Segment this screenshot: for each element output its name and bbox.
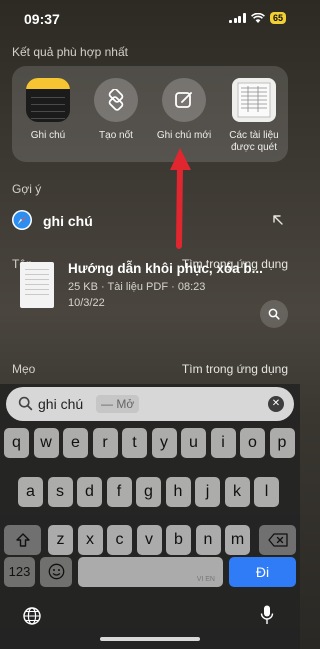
- key-t[interactable]: t: [122, 428, 147, 458]
- emoji-key[interactable]: [40, 557, 72, 587]
- key-d[interactable]: d: [77, 477, 102, 507]
- file-date: 10/3/22: [68, 297, 105, 309]
- file-search-button[interactable]: [260, 300, 288, 328]
- tips-title: Mẹo: [12, 362, 36, 376]
- app-label: Ghi chú mới: [156, 130, 212, 141]
- key-e[interactable]: e: [63, 428, 88, 458]
- search-input[interactable]: ghi chú — Mở ✕: [6, 387, 294, 421]
- app-label: Ghi chú: [30, 130, 66, 141]
- battery-indicator: 65: [269, 12, 286, 24]
- key-y[interactable]: y: [151, 428, 177, 458]
- key-h[interactable]: h: [165, 477, 191, 507]
- wifi-icon: [251, 12, 265, 23]
- keyboard-area: [0, 384, 300, 649]
- key-u[interactable]: u: [181, 428, 206, 458]
- key-z[interactable]: z: [48, 525, 73, 555]
- delete-key[interactable]: [259, 525, 296, 555]
- key-v[interactable]: v: [136, 525, 162, 555]
- space-key[interactable]: VI EN: [78, 557, 223, 587]
- app-label: Tạo nốt: [99, 130, 133, 141]
- search-open-suggestion: — Mở: [96, 395, 140, 413]
- numbers-key[interactable]: 123: [4, 557, 35, 587]
- key-k[interactable]: k: [224, 477, 250, 507]
- compose-note-icon: [162, 78, 206, 122]
- key-g[interactable]: g: [136, 477, 161, 507]
- status-icons: 65: [229, 12, 286, 24]
- status-time: 09:37: [24, 11, 60, 27]
- search-icon: [18, 396, 33, 411]
- app-new-note[interactable]: Ghi chú mới: [152, 78, 216, 142]
- stack-icon: [94, 78, 138, 122]
- scanned-document-icon: [232, 78, 276, 122]
- arrow-up-left-icon: [273, 215, 283, 225]
- go-key[interactable]: Đi: [229, 557, 296, 587]
- app-notes[interactable]: Ghi chú: [16, 78, 80, 142]
- key-i[interactable]: i: [210, 428, 236, 458]
- space-language-label: VI EN: [196, 576, 215, 583]
- app-label: Các tài liệu được quét: [229, 130, 279, 153]
- backspace-icon: [267, 533, 288, 547]
- emoji-icon: [48, 563, 64, 580]
- key-s[interactable]: s: [47, 477, 73, 507]
- key-x[interactable]: x: [77, 525, 103, 555]
- tips-search-in-app-link[interactable]: Tìm trong ứng dụng: [182, 362, 288, 376]
- key-m[interactable]: m: [225, 525, 250, 555]
- app-scanned-documents[interactable]: Các tài liệu được quét: [222, 78, 286, 154]
- clear-search-button[interactable]: ✕: [268, 396, 284, 412]
- status-bar: 09:37 65: [0, 0, 300, 36]
- key-c[interactable]: c: [107, 525, 132, 555]
- cellular-signal-icon: [229, 13, 246, 23]
- pdf-thumbnail: [20, 262, 54, 308]
- search-icon: [268, 308, 280, 320]
- key-l[interactable]: l: [254, 477, 279, 507]
- key-a[interactable]: a: [18, 477, 43, 507]
- key-o[interactable]: o: [240, 428, 265, 458]
- key-r[interactable]: r: [92, 428, 118, 458]
- file-meta: 25 KB · Tài liệu PDF · 08:23: [68, 281, 206, 293]
- globe-icon[interactable]: [22, 606, 42, 626]
- shift-icon: [15, 533, 30, 547]
- key-f[interactable]: f: [106, 477, 132, 507]
- suggestion-row[interactable]: ghi chú: [0, 204, 300, 234]
- key-q[interactable]: q: [4, 428, 29, 458]
- key-n[interactable]: n: [195, 525, 221, 555]
- file-name[interactable]: Hướng dẫn khôi phục, xóa b...: [68, 261, 263, 276]
- suggestion-text: ghi chú: [43, 213, 93, 229]
- safari-icon: [12, 210, 32, 230]
- key-j[interactable]: j: [195, 477, 220, 507]
- suggestions-title: Gợi ý: [12, 182, 42, 196]
- key-b[interactable]: b: [166, 525, 191, 555]
- notes-app-icon: [26, 78, 70, 122]
- home-indicator: [100, 637, 200, 641]
- best-match-title: Kết quả phù hợp nhất: [12, 45, 128, 59]
- shift-key[interactable]: [4, 525, 41, 555]
- key-w[interactable]: w: [33, 428, 59, 458]
- microphone-icon[interactable]: [259, 604, 275, 626]
- search-query: ghi chú: [38, 396, 84, 412]
- key-p[interactable]: p: [269, 428, 295, 458]
- app-create-note-shortcut[interactable]: Tạo nốt: [84, 78, 148, 142]
